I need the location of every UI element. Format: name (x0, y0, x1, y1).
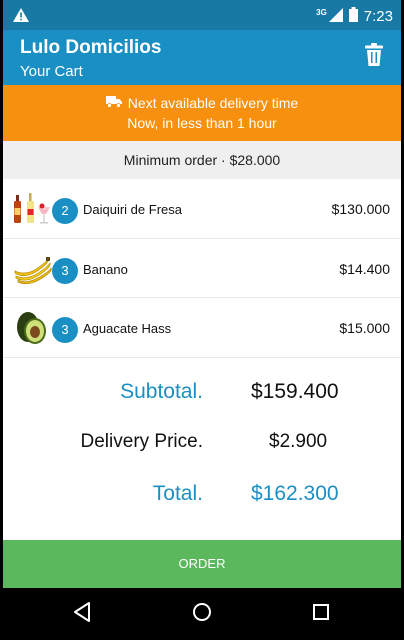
screen: 3G 7:23 Lulo Domicilios Your Cart Next a… (3, 0, 401, 640)
page-subtitle: Your Cart (20, 63, 83, 80)
delivery-price-row: Delivery Price. $2.900 (3, 431, 401, 481)
order-button[interactable]: ORDER (3, 540, 401, 588)
cart-list: 2 Daiquiri de Fresa $130.000 3 Banano $1… (3, 179, 401, 358)
truck-icon (105, 95, 122, 111)
item-price: $14.400 (339, 260, 390, 277)
recents-icon[interactable] (310, 601, 332, 628)
quantity-badge: 3 (52, 257, 78, 284)
cart-item[interactable]: 3 Banano $14.400 (3, 239, 401, 298)
subtotal-value: $159.400 (251, 380, 339, 403)
item-name: Aguacate Hass (83, 321, 172, 336)
subtotal-label: Subtotal. (120, 380, 203, 403)
home-icon[interactable] (191, 601, 213, 628)
cart-item[interactable]: 2 Daiquiri de Fresa $130.000 (3, 179, 401, 239)
clock: 7:23 (363, 7, 393, 25)
app-bar: Lulo Domicilios Your Cart (3, 30, 401, 85)
banana-image (13, 251, 53, 287)
trash-icon[interactable] (365, 43, 383, 71)
app-title: Lulo Domicilios (20, 37, 162, 58)
subtotal-row: Subtotal. $159.400 (3, 380, 401, 430)
delivery-heading-text: Next available delivery time (127, 95, 299, 111)
quantity-badge: 2 (52, 198, 78, 224)
total-value: $162.300 (251, 482, 339, 505)
network-type: 3G (316, 7, 327, 17)
item-price: $130.000 (331, 201, 390, 217)
warning-icon (13, 8, 29, 27)
delivery-price-value: $2.900 (269, 431, 328, 452)
item-name: Banano (83, 261, 128, 277)
total-label: Total. (152, 482, 203, 505)
navigation-bar (3, 588, 401, 640)
delivery-time-heading: Next available delivery time (3, 95, 401, 111)
cart-item[interactable]: 3 Aguacate Hass $15.000 (3, 298, 401, 358)
quantity-badge: 3 (52, 317, 78, 343)
item-price: $15.000 (339, 320, 390, 336)
signal-icon (328, 7, 343, 25)
item-name: Daiquiri de Fresa (83, 202, 182, 217)
total-row: Total. $162.300 (3, 482, 401, 532)
delivery-price-label: Delivery Price. (80, 431, 203, 452)
status-icons: 3G 7:23 (316, 7, 393, 25)
status-bar: 3G 7:23 (3, 0, 401, 30)
back-icon[interactable] (73, 601, 93, 628)
totals-section: Subtotal. $159.400 Delivery Price. $2.90… (3, 370, 401, 520)
delivery-banner: Next available delivery time Now, in les… (3, 85, 401, 141)
battery-icon (348, 7, 358, 25)
daiquiri-image (13, 191, 53, 227)
avocado-image (13, 310, 53, 346)
minimum-order: Minimum order · $28.000 (3, 141, 401, 179)
delivery-time-value: Now, in less than 1 hour (127, 115, 277, 131)
